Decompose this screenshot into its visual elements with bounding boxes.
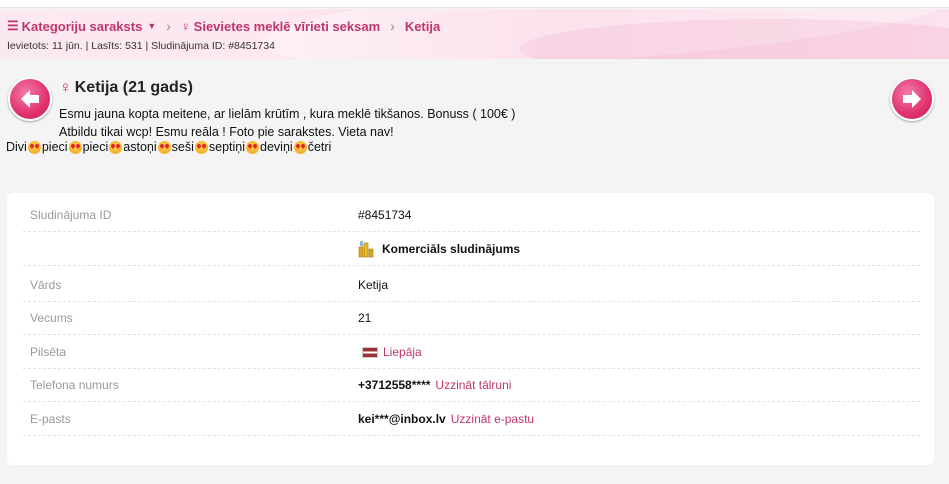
previous-listing-button[interactable] — [8, 77, 52, 121]
word: pieci — [41, 140, 68, 154]
detail-row-name: Vārds Ketija — [23, 268, 920, 302]
word: deviņi — [260, 140, 293, 154]
detail-row-commercial: Komerciāls sludinājums — [23, 232, 920, 266]
description-line-3: Divi pieci pieci astoņi seši septiņi dev… — [6, 140, 331, 154]
heart-eyes-emoji-icon — [68, 140, 82, 154]
breadcrumb-current[interactable]: Ketija — [405, 19, 440, 34]
detail-row-city: Pilsēta Liepāja — [23, 335, 920, 369]
heart-eyes-emoji-icon — [194, 140, 208, 154]
breadcrumb: ☰ Kategoriju saraksts ▼ › ♀ Sievietes me… — [7, 18, 440, 34]
top-bar — [0, 0, 949, 8]
listing-description: Esmu jauna kopta meitene, ar lielām krūt… — [59, 105, 515, 141]
id-value: #8451734 — [358, 208, 412, 222]
detail-row-id: Sludinājuma ID #8451734 — [23, 198, 920, 232]
reveal-email-link[interactable]: Uzzināt e-pastu — [451, 412, 534, 426]
word: septiņi — [208, 140, 246, 154]
details-card: Sludinājuma ID #8451734 Komerciāls sludi… — [7, 193, 934, 465]
email-label: E-pasts — [30, 412, 71, 426]
listing-title-text: Ketija (21 gads) — [74, 79, 194, 96]
age-label: Vecums — [30, 311, 73, 325]
female-icon: ♀ — [180, 18, 191, 34]
list-icon: ☰ — [7, 18, 19, 33]
arrow-left-icon — [21, 90, 39, 108]
city-label: Pilsēta — [30, 345, 67, 359]
latvia-flag-icon — [362, 346, 378, 358]
coins-icon — [358, 240, 376, 258]
listing-title: ♀ Ketija (21 gads) — [59, 78, 193, 98]
detail-row-email: E-pasts kei***@inbox.lv Uzzināt e-pastu — [23, 402, 920, 436]
city-link[interactable]: Liepāja — [383, 345, 422, 359]
arrow-right-icon — [903, 90, 921, 108]
listing-meta: Ievietots: 11 jūn. | Lasīts: 531 | Sludi… — [7, 40, 275, 52]
description-line-1: Esmu jauna kopta meitene, ar lielām krūt… — [59, 107, 516, 121]
commercial-value: Komerciāls sludinājums — [358, 240, 520, 258]
name-value: Ketija — [358, 278, 389, 292]
caret-down-icon[interactable]: ▼ — [147, 21, 156, 31]
breadcrumb-categories[interactable]: Kategoriju saraksts — [22, 19, 143, 34]
word: astoņi — [123, 140, 157, 154]
word: Divi — [6, 140, 27, 154]
chevron-right-icon: › — [166, 18, 171, 34]
commercial-text: Komerciāls sludinājums — [382, 242, 521, 256]
email-value: kei***@inbox.lv Uzzināt e-pastu — [358, 412, 534, 426]
id-label: Sludinājuma ID — [30, 208, 112, 222]
phone-masked: +3712558**** — [358, 378, 431, 392]
name-label: Vārds — [30, 278, 62, 292]
word: pieci — [82, 140, 109, 154]
heart-eyes-emoji-icon — [27, 140, 41, 154]
breadcrumb-section[interactable]: Sievietes meklē vīrieti seksam — [194, 19, 380, 34]
heart-eyes-emoji-icon — [293, 140, 307, 154]
female-icon: ♀ — [59, 78, 72, 97]
word: četri — [307, 140, 332, 154]
detail-row-age: Vecums 21 — [23, 301, 920, 335]
heart-eyes-emoji-icon — [109, 140, 123, 154]
phone-value: +3712558**** Uzzināt tālruni — [358, 378, 511, 392]
email-masked: kei***@inbox.lv — [358, 412, 446, 426]
age-value: 21 — [358, 311, 372, 325]
chevron-right-icon: › — [390, 18, 395, 34]
next-listing-button[interactable] — [890, 77, 934, 121]
phone-label: Telefona numurs — [30, 378, 119, 392]
heart-eyes-emoji-icon — [246, 140, 260, 154]
city-value: Liepāja — [358, 345, 422, 359]
reveal-phone-link[interactable]: Uzzināt tālruni — [435, 378, 511, 392]
heart-eyes-emoji-icon — [157, 140, 171, 154]
detail-row-phone: Telefona numurs +3712558**** Uzzināt tāl… — [23, 368, 920, 402]
word: seši — [171, 140, 194, 154]
description-line-2: Atbildu tikai wcp! Esmu reāla ! Foto pie… — [59, 125, 394, 139]
